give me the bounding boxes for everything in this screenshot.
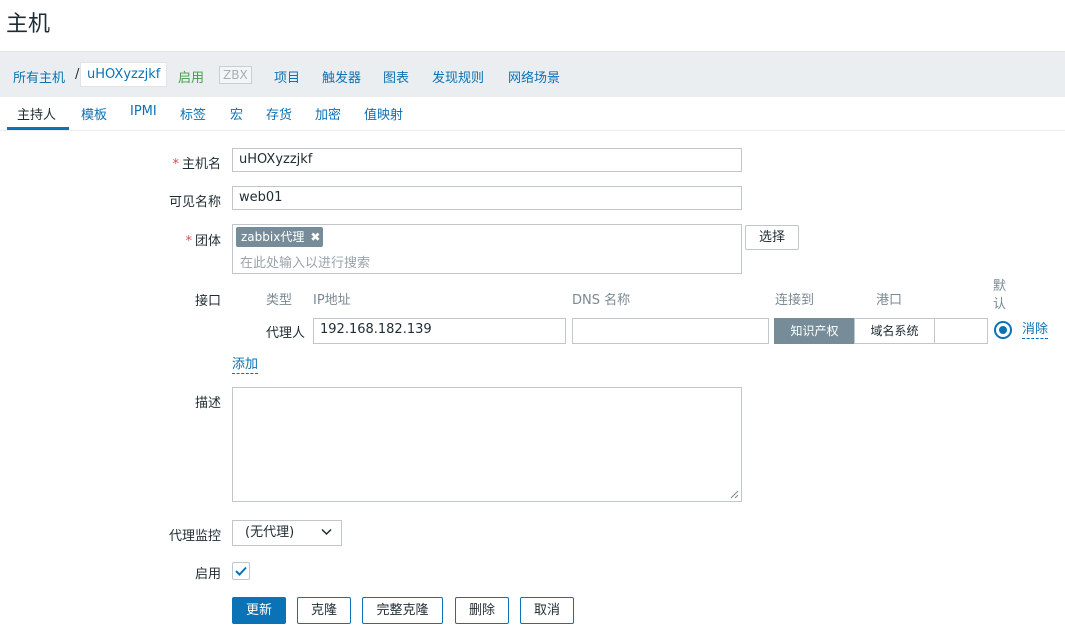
remove-chip-icon[interactable]: ✖ [310,230,320,244]
enabled-label: 启用 [194,567,221,582]
add-interface-link[interactable]: 添加 [232,357,259,374]
groups-search-placeholder[interactable]: 在此处输入以进行搜索 [240,252,370,271]
active-tab-indicator [7,127,69,130]
groups-label: * 团体 [185,234,221,249]
interfaces-label: 接口 [194,294,221,309]
iface-dns-input[interactable] [572,318,769,344]
host-status-enabled[interactable]: 启用 [178,67,204,86]
page-title: 主机 [6,12,51,37]
breadcrumb-link-web[interactable]: 网络场景 [508,67,560,86]
default-interface-radio[interactable] [994,321,1012,339]
update-button[interactable]: 更新 [232,597,286,624]
iface-header-ip: IP地址 [313,293,351,308]
breadcrumb-all-hosts[interactable]: 所有主机 [13,67,65,86]
breadcrumb-link-items[interactable]: 项目 [274,67,300,86]
description-textarea[interactable] [232,387,742,502]
tab-bar: 主持人 模板 IPMI 标签 宏 存货 加密 值映射 [0,96,1065,131]
iface-header-dns: DNS 名称 [572,293,631,308]
tab-templates[interactable]: 模板 [81,104,107,123]
hostname-label: * 主机名 [172,157,221,172]
description-label: 描述 [194,396,221,411]
checkmark-icon [235,566,247,576]
breadcrumb-bar: 所有主机 / uHOXyzzjkf 启用 ZBX 项目 触发器 图表 发现规则 … [0,51,1065,97]
cancel-button[interactable]: 取消 [520,597,574,624]
clone-button[interactable]: 克隆 [297,597,351,624]
iface-header-port: 港口 [876,293,903,308]
connect-dns-toggle[interactable]: 域名系统 [854,318,935,344]
tab-ipmi[interactable]: IPMI [130,104,157,119]
remove-interface-link[interactable]: 消除 [1022,322,1049,339]
tab-tags[interactable]: 标签 [180,104,206,123]
iface-port-input[interactable] [934,318,988,344]
zbx-availability-badge: ZBX [219,66,252,84]
full-clone-button[interactable]: 完整克隆 [362,597,443,624]
iface-header-type: 类型 [266,293,293,308]
tab-host[interactable]: 主持人 [17,104,56,123]
iface-ip-input[interactable]: 192.168.182.139 [313,318,566,344]
chevron-down-icon [321,528,332,536]
delete-button[interactable]: 删除 [455,597,509,624]
visible-name-label: 可见名称 [168,195,221,210]
proxy-select[interactable]: (无代理) [232,520,342,546]
breadcrumb-link-graphs[interactable]: 图表 [383,67,409,86]
connect-ip-toggle[interactable]: 知识产权 [774,318,855,344]
group-chip: zabbix代理 ✖ [236,227,324,247]
enabled-checkbox[interactable] [232,562,250,580]
breadcrumb-link-discovery[interactable]: 发现规则 [432,67,484,86]
groups-select-button[interactable]: 选择 [745,225,799,250]
tab-inventory[interactable]: 存货 [266,104,292,123]
iface-type-agent: 代理人 [266,326,306,341]
proxy-select-value: (无代理) [245,525,295,540]
tab-macros[interactable]: 宏 [230,104,243,123]
resize-grip-icon[interactable] [729,489,739,499]
tab-value-mapping[interactable]: 值映射 [364,104,403,123]
iface-header-connect: 连接到 [775,293,815,308]
breadcrumb-host[interactable]: uHOXyzzjkf [80,62,168,87]
tab-encryption[interactable]: 加密 [315,104,341,123]
hostname-input[interactable]: uHOXyzzjkf [232,148,742,172]
visible-name-input[interactable]: web01 [232,186,742,210]
proxy-label: 代理监控 [168,529,221,544]
iface-header-default: 默认 [993,279,1007,312]
breadcrumb-link-triggers[interactable]: 触发器 [322,67,361,86]
breadcrumb-separator: / [75,67,80,82]
groups-multiselect[interactable]: zabbix代理 ✖ 在此处输入以进行搜索 [232,224,742,274]
